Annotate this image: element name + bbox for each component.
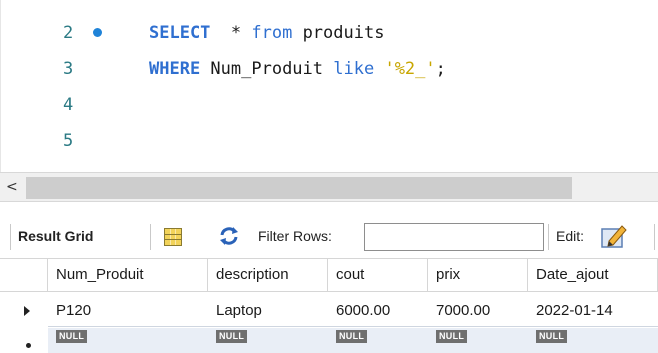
code-line[interactable]: 2 SELECT * from produits xyxy=(1,16,658,50)
column-header[interactable]: cout xyxy=(328,258,428,292)
code-line[interactable]: 5 xyxy=(1,124,658,158)
code-text[interactable]: SELECT * from produits xyxy=(149,16,384,50)
line-number: 5 xyxy=(63,131,74,151)
sql-editor[interactable]: 2 SELECT * from produits 3 WHERE Num_Produi… xyxy=(0,0,658,172)
null-badge[interactable]: NULL xyxy=(216,330,248,343)
toolbar-divider xyxy=(150,224,151,250)
toolbar-divider xyxy=(654,224,655,250)
editor-horizontal-scrollbar[interactable]: < xyxy=(0,172,658,202)
filter-rows-label: Filter Rows: xyxy=(258,228,332,244)
code-token: WHERE xyxy=(149,59,201,79)
scrollbar-thumb[interactable] xyxy=(26,177,572,199)
toolbar-divider xyxy=(548,224,549,250)
code-token: ; xyxy=(435,59,446,79)
code-line[interactable]: 4 xyxy=(1,88,658,122)
edit-label: Edit: xyxy=(556,228,585,244)
code-token: SELECT xyxy=(149,23,211,43)
table-cell[interactable]: 6000.00 xyxy=(328,301,390,321)
table-cell[interactable]: 2022-01-14 xyxy=(528,301,613,321)
column-header[interactable]: prix xyxy=(428,258,528,292)
column-header[interactable]: description xyxy=(208,258,328,292)
statement-marker-dot-icon xyxy=(93,28,102,37)
code-token: Num_Produit xyxy=(200,59,334,79)
code-token: * xyxy=(210,23,252,43)
null-badge[interactable]: NULL xyxy=(436,330,468,343)
toolbar-divider xyxy=(10,224,11,250)
edit-pencil-icon[interactable] xyxy=(601,223,627,249)
filter-rows-input[interactable] xyxy=(364,223,544,251)
row-header-corner xyxy=(0,258,48,292)
scroll-left-arrow-icon[interactable]: < xyxy=(6,179,18,195)
code-token: like xyxy=(333,59,375,79)
code-token: from xyxy=(251,23,293,43)
line-number: 3 xyxy=(63,59,74,79)
null-badge[interactable]: NULL xyxy=(536,330,568,343)
result-grid-button[interactable]: Result Grid xyxy=(18,226,93,246)
column-header[interactable]: Num_Produit xyxy=(48,258,208,292)
refresh-icon[interactable] xyxy=(218,226,240,246)
code-token: '%2_' xyxy=(384,59,436,79)
null-badge[interactable]: NULL xyxy=(336,330,368,343)
code-token: produits xyxy=(292,23,385,43)
table-cell[interactable]: 7000.00 xyxy=(428,301,490,321)
result-toolbar: Result Grid Filter Rows: Edit: xyxy=(0,214,658,258)
new-row-marker-icon xyxy=(26,343,31,348)
code-text[interactable]: WHERE Num_Produit like '%2_'; xyxy=(149,52,446,86)
null-badge[interactable]: NULL xyxy=(56,330,88,343)
column-header[interactable]: Date_ajout xyxy=(528,258,658,292)
line-number: 2 xyxy=(63,23,74,43)
grid-layout-icon[interactable] xyxy=(164,228,182,246)
current-row-indicator-icon xyxy=(24,306,30,316)
row-divider xyxy=(48,326,658,327)
table-cell[interactable]: Laptop xyxy=(208,301,262,321)
line-number: 4 xyxy=(63,95,74,115)
code-line[interactable]: 3 WHERE Num_Produit like '%2_'; xyxy=(1,52,658,86)
table-cell[interactable]: P120 xyxy=(48,301,91,321)
result-grid: Num_Produit description cout prix Date_ajout… xyxy=(0,258,658,353)
